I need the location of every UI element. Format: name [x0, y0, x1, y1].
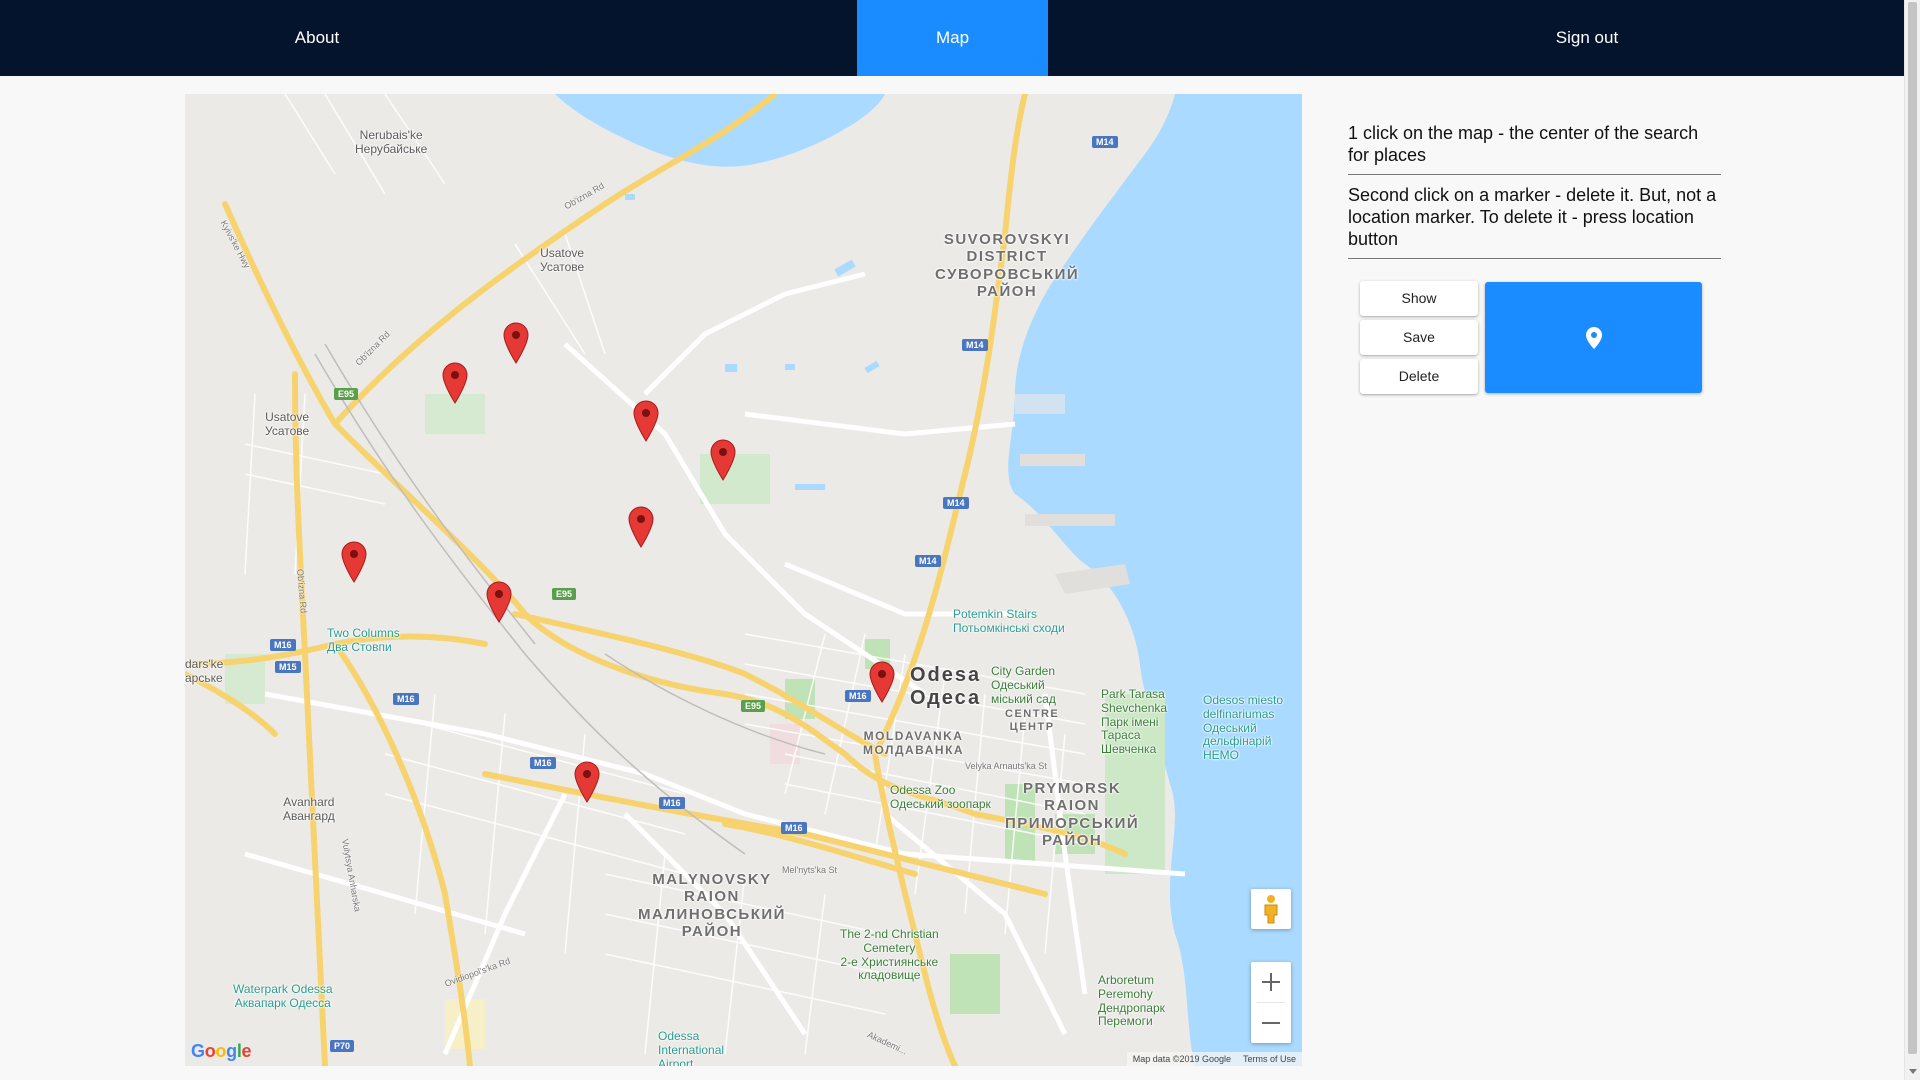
scrollbar-thumb[interactable] — [1908, 2, 1917, 1054]
instruction-first-click: 1 click on the map - the center of the s… — [1348, 123, 1699, 165]
nav-sign-out[interactable]: Sign out — [1270, 0, 1904, 76]
map-attribution: Map data ©2019 Google Terms of Use — [1126, 1052, 1302, 1066]
shield-m16: M16 — [530, 757, 556, 769]
road-label-melnytska: Mel'nyts'ka St — [782, 865, 837, 875]
map-marker-pin-icon — [628, 506, 654, 548]
location-pin-icon — [1585, 326, 1602, 349]
map-marker-pin-icon — [574, 761, 600, 803]
save-button[interactable]: Save — [1360, 320, 1478, 355]
shield-m16: M16 — [270, 639, 296, 651]
shield-m16: M16 — [659, 797, 685, 809]
shield-m14: M14 — [943, 497, 969, 509]
shield-p70: P70 — [330, 1040, 355, 1052]
map-marker-pin-icon — [341, 541, 367, 583]
map-data-attribution: Map data ©2019 Google — [1132, 1054, 1231, 1064]
map-label-usatove-west: Usatove Усатове — [265, 410, 310, 438]
map-marker[interactable] — [503, 322, 529, 364]
shield-m16: M16 — [781, 822, 807, 834]
divider — [1348, 258, 1721, 259]
poi-two-columns[interactable]: Two Columns Два Стовпи — [327, 626, 400, 655]
minus-icon — [1262, 1022, 1280, 1024]
map-marker[interactable] — [628, 506, 654, 548]
map-marker[interactable] — [574, 761, 600, 803]
map-label-prymorsk-raion: PRYMORSK RAION ПРИМОРСЬКИЙ РАЙОН — [1005, 780, 1140, 849]
shield-m15: M15 — [275, 661, 301, 673]
location-button[interactable] — [1485, 282, 1702, 393]
map-marker-pin-icon — [486, 581, 512, 623]
poi-christian-cemetery[interactable]: The 2-nd Christian Cemetery 2-е Християн… — [840, 927, 939, 983]
map-canvas[interactable]: Nerubais'ke Нерубайське Usatove Усатове … — [185, 94, 1302, 1066]
shield-m16: M16 — [845, 690, 871, 702]
map-marker-pin-icon — [869, 661, 895, 703]
divider — [1348, 174, 1721, 175]
map-marker-pin-icon — [442, 362, 468, 404]
map-marker[interactable] — [710, 439, 736, 481]
map-marker[interactable] — [442, 362, 468, 404]
zoom-in-button[interactable] — [1251, 962, 1291, 1002]
road-label-velyka-arnautska: Velyka Arnauts'ka St — [965, 761, 1047, 771]
map-label-suvorovskyi-district: SUVOROVSKYI DISTRICT СУВОРОВСЬКИЙ РАЙОН — [935, 231, 1080, 300]
top-nav: About Map Sign out — [0, 0, 1904, 76]
shield-m14: M14 — [962, 339, 988, 351]
shield-e95: E95 — [552, 588, 577, 600]
nav-map-active[interactable]: Map — [857, 0, 1048, 76]
poi-park-tarasa-shevchenka[interactable]: Park Tarasa Shevchenka Парк імені Тараса… — [1101, 687, 1167, 757]
zoom-out-button[interactable] — [1251, 1003, 1291, 1043]
map-marker[interactable] — [486, 581, 512, 623]
zoom-control — [1251, 962, 1291, 1043]
nav-about[interactable]: About — [0, 0, 634, 76]
poi-potemkin-stairs[interactable]: Potemkin Stairs Потьомкінські сходи — [953, 607, 1065, 636]
delete-button[interactable]: Delete — [1360, 359, 1478, 394]
shield-m14: M14 — [915, 555, 941, 567]
poi-arboretum-peremohy[interactable]: Arboretum Peremohy Дендропарк Перемоги — [1098, 973, 1165, 1029]
instruction-second-click: Second click on a marker - delete it. Bu… — [1348, 185, 1717, 249]
map-label-avanhard: Avanhard Авангард — [283, 795, 335, 823]
map-marker[interactable] — [869, 661, 895, 703]
map-label-odesa: Odesa Одеса — [910, 664, 982, 709]
map-marker-pin-icon — [633, 400, 659, 442]
map-marker-pin-icon — [503, 322, 529, 364]
map-label-moldavanka: MOLDAVANKA МОЛДАВАНКА — [863, 729, 965, 757]
poi-odessa-zoo[interactable]: Odessa Zoo Одеський зоопарк — [890, 783, 991, 812]
poi-city-garden[interactable]: City Garden Одеський міський сад — [991, 664, 1056, 706]
map-label-darske: dars'ke арське — [185, 657, 224, 685]
map-marker[interactable] — [341, 541, 367, 583]
map-marker-pin-icon — [710, 439, 736, 481]
show-button[interactable]: Show — [1360, 281, 1478, 316]
plus-icon — [1262, 973, 1280, 991]
shield-e95: E95 — [334, 388, 359, 400]
map-label-usatove-north: Usatove Усатове — [540, 246, 585, 274]
shield-m16: M16 — [393, 693, 419, 705]
map-label-centre: CENTRE ЦЕНТР — [1005, 708, 1060, 733]
map-label-malynovsky-raion: MALYNOVSKY RAION МАЛИНОВСЬКИЙ РАЙОН — [638, 871, 786, 940]
shield-m14: M14 — [1092, 136, 1118, 148]
scroll-down-arrow-icon[interactable] — [1909, 1069, 1917, 1074]
poi-waterpark-odessa[interactable]: Waterpark Odessa Аквапарк Одесса — [233, 982, 333, 1011]
street-view-pegman-button[interactable] — [1251, 889, 1291, 929]
map-label-nerubaiske: Nerubais'ke Нерубайське — [355, 128, 428, 156]
poi-delfinarium[interactable]: Odesos miesto delfinariumas Одеський дел… — [1203, 693, 1302, 763]
map-marker[interactable] — [633, 400, 659, 442]
shield-e95: E95 — [741, 700, 766, 712]
poi-odessa-airport[interactable]: Odessa International Airport — [658, 1029, 724, 1066]
terms-of-use-link[interactable]: Terms of Use — [1243, 1052, 1296, 1066]
google-logo[interactable]: Google — [191, 1041, 252, 1062]
page-scrollbar[interactable] — [1904, 0, 1920, 1080]
pegman-icon — [1264, 895, 1278, 924]
